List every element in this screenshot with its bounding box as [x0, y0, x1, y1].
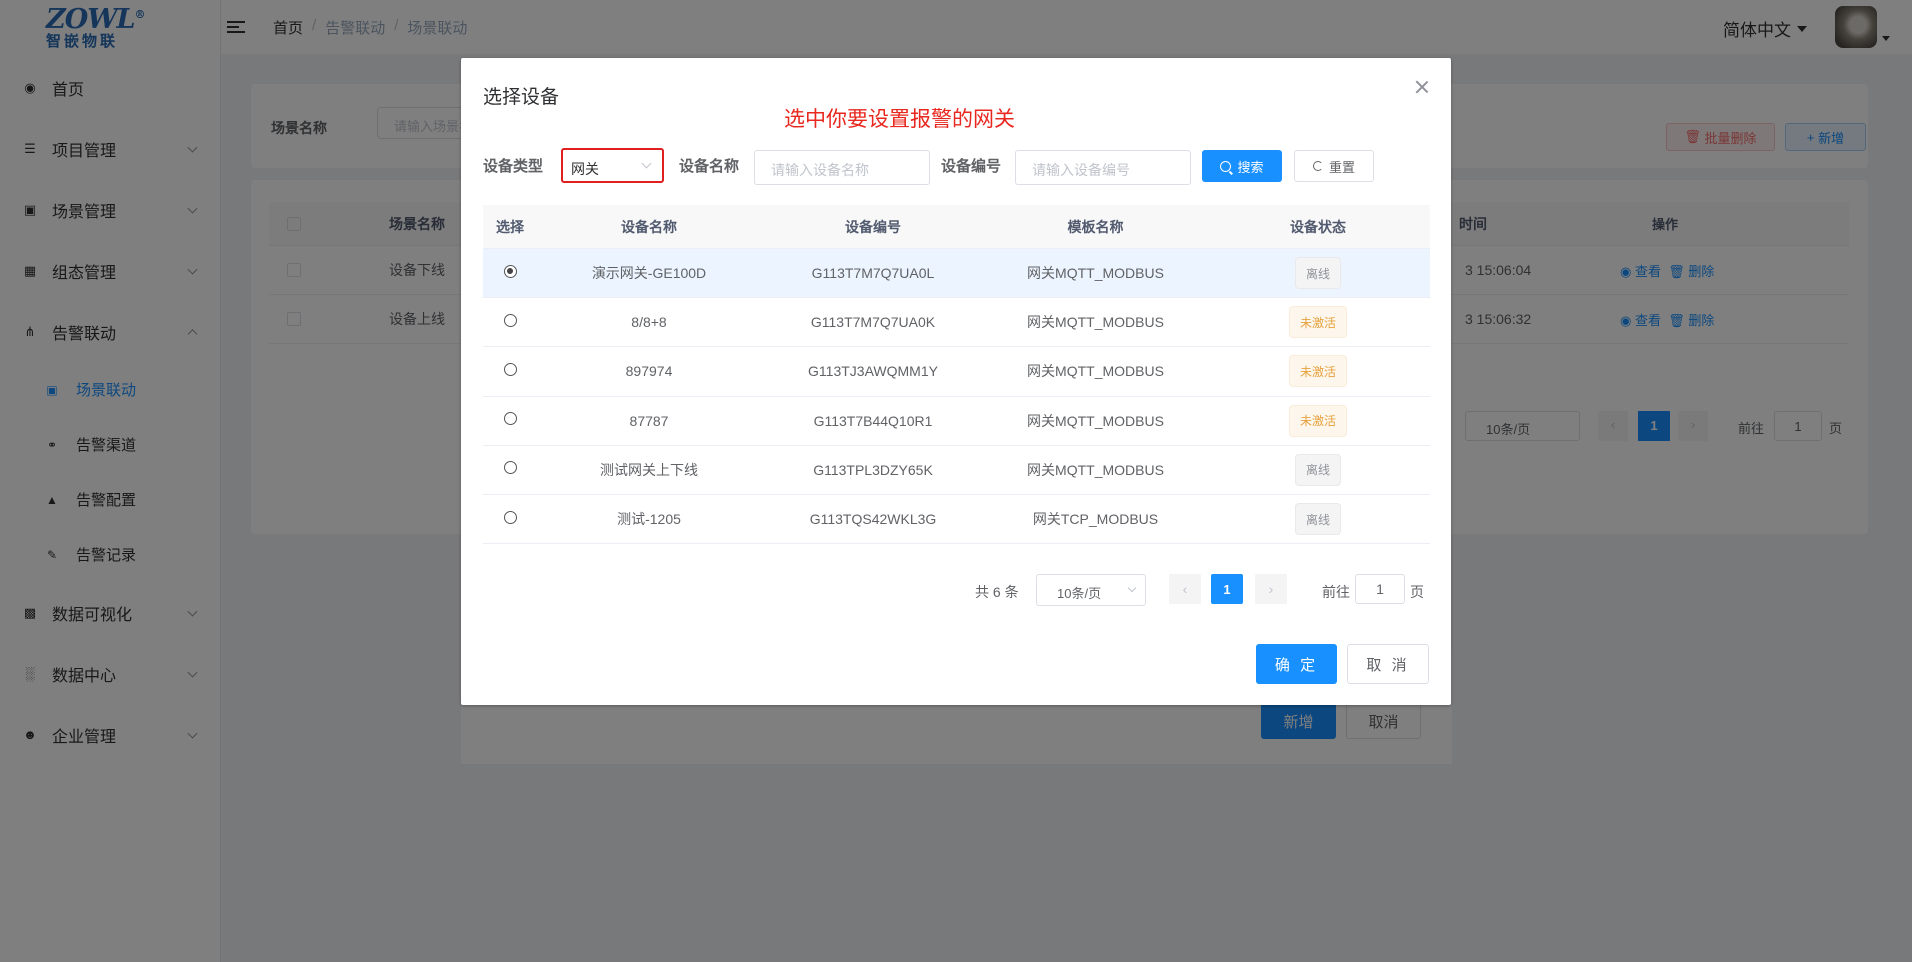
row-radio[interactable] — [503, 362, 517, 376]
chevron-down-icon — [641, 158, 652, 169]
row-radio[interactable] — [503, 264, 517, 278]
device-name: 8/8+8 — [631, 314, 667, 331]
reset-button-label: 重置 — [1328, 159, 1355, 175]
page-number[interactable]: 1 — [1211, 574, 1243, 604]
status-badge: 离线 — [1294, 503, 1341, 536]
status-badge: 离线 — [1294, 257, 1341, 290]
device-code-input[interactable]: 请输入设备编号 — [1015, 150, 1191, 185]
device-code: G113T7M7Q7UA0K — [810, 314, 936, 331]
template-name: 网关MQTT_MODBUS — [1027, 412, 1164, 429]
table-row[interactable]: 演示网关-GE100D G113T7M7Q7UA0L 网关MQTT_MODBUS… — [483, 249, 1430, 299]
template-name: 网关MQTT_MODBUS — [1027, 461, 1164, 478]
device-type-select[interactable]: 网关 — [561, 148, 664, 183]
close-icon[interactable] — [1415, 80, 1429, 94]
device-table: 选择 设备名称 设备编号 模板名称 设备状态 演示网关-GE100D G113T… — [483, 205, 1430, 545]
confirm-button[interactable]: 确 定 — [1256, 644, 1337, 684]
table-row[interactable]: 897974 G113TJ3AWQMM1Y 网关MQTT_MODBUS 未激活 — [483, 347, 1430, 397]
annotation-text: 选中你要设置报警的网关 — [784, 108, 1015, 131]
page-size-value: 10条/页 — [1057, 586, 1102, 601]
template-name: 网关TCP_MODBUS — [1032, 511, 1159, 528]
device-name-input[interactable]: 请输入设备名称 — [754, 150, 930, 185]
column-header: 选择 — [496, 218, 524, 235]
device-type-label: 设备类型 — [483, 158, 544, 175]
reset-button[interactable]: 重置 — [1294, 150, 1374, 182]
device-name: 897974 — [625, 363, 673, 380]
next-page-button[interactable]: › — [1255, 574, 1287, 604]
row-radio[interactable] — [503, 510, 517, 524]
status-badge: 未激活 — [1288, 404, 1347, 437]
goto-prefix: 前往 — [1322, 584, 1350, 600]
template-name: 网关MQTT_MODBUS — [1027, 265, 1164, 282]
device-code-label: 设备编号 — [941, 158, 1002, 175]
device-name: 测试-1205 — [617, 511, 681, 528]
device-code: G113TJ3AWQMM1Y — [808, 363, 938, 380]
column-header: 设备状态 — [1290, 218, 1346, 235]
table-header: 选择 设备名称 设备编号 模板名称 设备状态 — [483, 205, 1430, 249]
table-row[interactable]: 测试-1205 G113TQS42WKL3G 网关TCP_MODBUS 离线 — [483, 495, 1430, 545]
status-badge: 未激活 — [1288, 306, 1347, 339]
select-device-dialog: 选择设备 选中你要设置报警的网关 设备类型 网关 设备名称 请输入设备名称 设备… — [461, 58, 1451, 705]
table-row[interactable]: 测试网关上下线 G113TPL3DZY65K 网关MQTT_MODBUS 离线 — [483, 446, 1430, 495]
device-code: G113TPL3DZY65K — [813, 461, 933, 478]
search-button[interactable]: 搜索 — [1202, 150, 1282, 182]
device-name-label: 设备名称 — [679, 158, 740, 175]
search-icon — [1220, 160, 1232, 172]
row-radio[interactable] — [503, 313, 517, 327]
cancel-button[interactable]: 取 消 — [1347, 644, 1429, 684]
template-name: 网关MQTT_MODBUS — [1027, 363, 1164, 380]
device-name: 87787 — [629, 412, 669, 429]
status-badge: 未激活 — [1288, 355, 1347, 388]
goto-suffix: 页 — [1410, 584, 1424, 600]
table-row[interactable]: 8/8+8 G113T7M7Q7UA0K 网关MQTT_MODBUS 未激活 — [483, 298, 1430, 348]
template-name: 网关MQTT_MODBUS — [1027, 314, 1164, 331]
column-header: 设备编号 — [845, 218, 901, 235]
goto-page-input[interactable]: 1 — [1355, 574, 1405, 604]
prev-page-button[interactable]: ‹ — [1169, 574, 1201, 604]
device-code: G113TQS42WKL3G — [809, 511, 937, 528]
row-radio[interactable] — [503, 412, 517, 426]
column-header: 模板名称 — [1067, 218, 1124, 235]
column-header: 设备名称 — [621, 218, 677, 235]
device-code: G113T7M7Q7UA0L — [811, 265, 935, 282]
device-code: G113T7B44Q10R1 — [813, 412, 933, 429]
device-type-value: 网关 — [571, 161, 599, 177]
status-badge: 离线 — [1294, 453, 1341, 486]
device-name: 演示网关-GE100D — [591, 265, 707, 282]
table-row[interactable]: 87787 G113T7B44Q10R1 网关MQTT_MODBUS 未激活 — [483, 397, 1430, 446]
chevron-down-icon — [1127, 583, 1137, 593]
pagination-total: 共 6 条 — [975, 584, 1019, 600]
device-name: 测试网关上下线 — [600, 461, 698, 478]
dialog-title: 选择设备 — [483, 87, 560, 108]
page-size-select[interactable]: 10条/页 — [1036, 574, 1146, 606]
search-button-label: 搜索 — [1237, 159, 1264, 175]
row-radio[interactable] — [503, 461, 517, 475]
refresh-icon — [1312, 161, 1323, 171]
